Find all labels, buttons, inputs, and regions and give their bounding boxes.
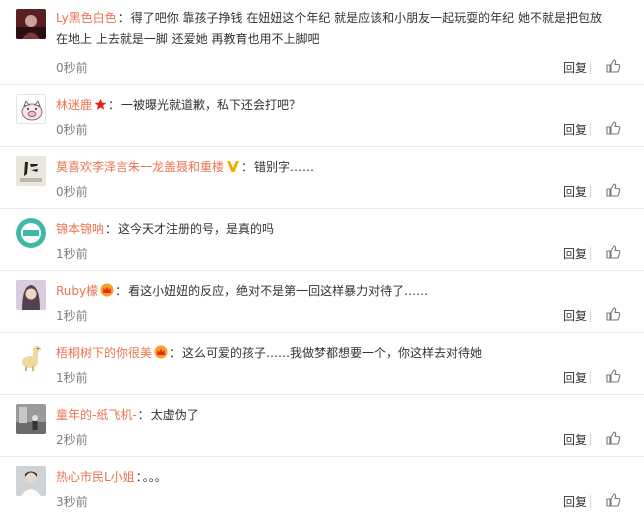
divider xyxy=(590,433,591,446)
comment-item: 梧桐树下的你很美 ：这么可爱的孩子……我做梦都想要一个，你这样去对待她 1秒前 回… xyxy=(0,333,644,395)
timestamp: 2秒前 xyxy=(56,433,88,447)
calligraphy-avatar[interactable] xyxy=(16,156,46,186)
comment-item: Ruby檬 ：看这小妞妞的反应，绝对不是第一回这样暴力对待了…… 1秒前 回复 xyxy=(0,271,644,333)
girl-photo-avatar[interactable] xyxy=(16,280,46,310)
red-star-icon xyxy=(94,98,107,111)
divider xyxy=(590,185,591,198)
reply-button[interactable]: 回复 xyxy=(563,307,587,324)
comment-text: 错别字…… xyxy=(254,160,315,174)
thumbs-up-icon[interactable] xyxy=(605,244,621,260)
thumbs-up-icon[interactable] xyxy=(605,430,621,446)
divider xyxy=(590,247,591,260)
colon-separator: ： xyxy=(108,98,121,112)
colon-separator: ： xyxy=(135,470,142,484)
dark-portrait-avatar[interactable] xyxy=(16,9,46,39)
person-photo-avatar[interactable] xyxy=(16,466,46,496)
divider xyxy=(590,309,591,322)
comment-item: 热心市民L小姐：。。。 3秒前 回复 xyxy=(0,457,644,519)
timestamp: 1秒前 xyxy=(56,247,88,261)
colon-separator: ： xyxy=(115,284,128,298)
reply-button[interactable]: 回复 xyxy=(563,121,587,138)
username-link[interactable]: Ruby檬 xyxy=(56,284,98,298)
divider xyxy=(590,123,591,136)
thumbs-up-icon[interactable] xyxy=(605,58,621,74)
timestamp: 0秒前 xyxy=(56,123,88,137)
comment-text: 。。。 xyxy=(142,470,167,484)
yellow-v-icon xyxy=(226,160,240,173)
colon-separator: ： xyxy=(117,11,130,25)
crown-icon xyxy=(100,283,114,297)
username-link[interactable]: 莫喜欢李泽言朱一龙盖聂和重楼 xyxy=(56,160,224,174)
comment-item: 莫喜欢李泽言朱一龙盖聂和重楼 ：错别字…… 0秒前 回复 xyxy=(0,147,644,209)
reply-button[interactable]: 回复 xyxy=(563,245,587,262)
teal-badge-avatar[interactable] xyxy=(16,218,46,248)
comment-item: 锦本锦呐：这今天才注册的号，是真的吗 1秒前 回复 xyxy=(0,209,644,271)
thumbs-up-icon[interactable] xyxy=(605,306,621,322)
timestamp: 1秒前 xyxy=(56,309,88,323)
comment-text: 看这小妞妞的反应，绝对不是第一回这样暴力对待了…… xyxy=(128,284,429,298)
username-link[interactable]: 锦本锦呐 xyxy=(56,222,104,236)
reply-button[interactable]: 回复 xyxy=(563,431,587,448)
comment-text: 得了吧你 靠孩子挣钱 在妞妞这个年纪 就是应该和小朋友一起玩耍的年纪 她不就是把… xyxy=(56,11,602,46)
username-link[interactable]: 童年的-纸飞机- xyxy=(56,408,137,422)
divider xyxy=(590,495,591,508)
thumbs-up-icon[interactable] xyxy=(605,182,621,198)
reply-button[interactable]: 回复 xyxy=(563,59,587,76)
comment-text: 这今天才注册的号，是真的吗 xyxy=(118,222,275,236)
comment-text: 太虚伪了 xyxy=(150,408,199,422)
comment-list: Ly黑色白色：得了吧你 靠孩子挣钱 在妞妞这个年纪 就是应该和小朋友一起玩耍的年… xyxy=(0,0,644,518)
username-link[interactable]: Ly黑色白色 xyxy=(56,11,117,25)
reply-button[interactable]: 回复 xyxy=(563,183,587,200)
username-link[interactable]: 林迷鹿 xyxy=(56,98,92,112)
divider xyxy=(590,61,591,74)
colon-separator: ： xyxy=(105,222,118,236)
username-link[interactable]: 梧桐树下的你很美 xyxy=(56,346,152,360)
comment-item: 林迷鹿 ：一被曝光就道歉，私下还会打吧？ 0秒前 回复 xyxy=(0,85,644,147)
timestamp: 3秒前 xyxy=(56,495,88,509)
colon-separator: ： xyxy=(241,160,254,174)
street-photo-avatar[interactable] xyxy=(16,404,46,434)
comment-item: 童年的-纸飞机-：太虚伪了 2秒前 回复 xyxy=(0,395,644,457)
colon-separator: ： xyxy=(169,346,182,360)
divider xyxy=(590,371,591,384)
thumbs-up-icon[interactable] xyxy=(605,492,621,508)
crown-icon xyxy=(154,345,168,359)
thumbs-up-icon[interactable] xyxy=(605,120,621,136)
username-link[interactable]: 热心市民L小姐 xyxy=(56,470,135,484)
timestamp: 0秒前 xyxy=(56,185,88,199)
thumbs-up-icon[interactable] xyxy=(605,368,621,384)
pig-cartoon-avatar[interactable] xyxy=(16,94,46,124)
comment-text: 这么可爱的孩子……我做梦都想要一个，你这样去对待她 xyxy=(182,346,483,360)
timestamp: 0秒前 xyxy=(56,61,88,75)
comment-item: Ly黑色白色：得了吧你 靠孩子挣钱 在妞妞这个年纪 就是应该和小朋友一起玩耍的年… xyxy=(0,0,644,85)
colon-separator: ： xyxy=(137,408,150,422)
comment-text: 一被曝光就道歉，私下还会打吧？ xyxy=(121,98,302,112)
alpaca-cartoon-avatar[interactable] xyxy=(16,342,46,372)
timestamp: 1秒前 xyxy=(56,371,88,385)
reply-button[interactable]: 回复 xyxy=(563,369,587,386)
reply-button[interactable]: 回复 xyxy=(563,493,587,510)
